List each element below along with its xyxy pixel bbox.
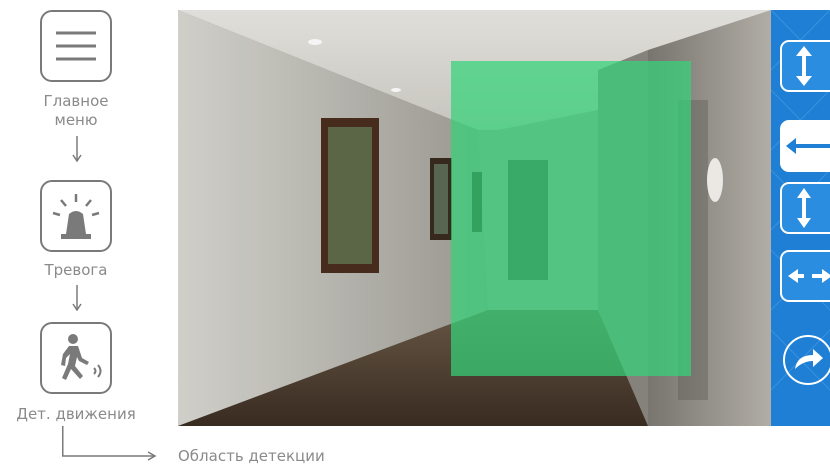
- motion-detection-button[interactable]: [40, 322, 112, 394]
- next-arrow-icon: [795, 349, 823, 369]
- horizontal-shrink-icon: [788, 269, 830, 283]
- vertical-resize-button[interactable]: [780, 40, 830, 92]
- vertical-shrink-icon: [797, 188, 811, 228]
- horizontal-resize-icon: [786, 138, 830, 154]
- alarm-label: Тревога: [44, 261, 108, 279]
- next-button[interactable]: [783, 335, 830, 385]
- main-menu-button[interactable]: [40, 10, 112, 82]
- main-menu-label: Главное меню: [43, 92, 109, 129]
- down-arrow-icon: [72, 285, 82, 311]
- motion-detection-label: Дет. движения: [16, 405, 136, 423]
- camera-preview[interactable]: [178, 10, 771, 426]
- alarm-siren-icon: [52, 194, 100, 239]
- detection-area[interactable]: [451, 61, 691, 376]
- vertical-resize-icon: [796, 46, 812, 86]
- detection-area-label: Область детекции: [178, 447, 325, 465]
- menu-flow: Главное меню Тревога Дет. движения: [0, 0, 165, 465]
- motion-person-icon: [61, 334, 102, 380]
- control-panel: [771, 10, 830, 426]
- vertical-shrink-button[interactable]: [780, 182, 830, 234]
- horizontal-resize-button[interactable]: [780, 120, 830, 172]
- down-arrow-icon: [72, 136, 82, 162]
- right-arrow-icon: [62, 426, 157, 461]
- hamburger-icon: [56, 31, 96, 61]
- alarm-button[interactable]: [40, 180, 112, 252]
- horizontal-shrink-button[interactable]: [780, 250, 830, 302]
